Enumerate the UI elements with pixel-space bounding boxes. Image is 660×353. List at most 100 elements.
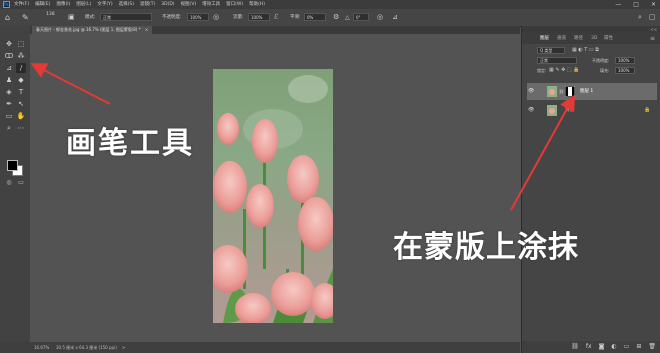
eraser-tool-icon[interactable]: ◆ <box>16 75 26 85</box>
tab-paths[interactable]: 路径 <box>574 33 583 44</box>
eyedropper-tool-icon[interactable]: ⊿ <box>4 63 14 73</box>
smooth-input[interactable]: 0% <box>304 13 326 21</box>
layer-filter-select[interactable]: Q 类型 <box>537 47 565 54</box>
window-controls: — □ ✕ <box>615 0 656 9</box>
menu-view[interactable]: 视图(V) <box>181 0 197 9</box>
menu-bar: Ps 文件(F) 编辑(E) 图像(I) 图层(L) 文字(Y) 选择(S) 滤… <box>0 0 660 9</box>
document-tab-label: 春天图片 - 郁金香花.jpg @ 16.7% (图层 1, 图层蒙版/8) * <box>36 27 141 32</box>
tab-channels[interactable]: 通道 <box>557 33 566 44</box>
menu-select[interactable]: 选择(S) <box>119 0 134 9</box>
artboard-tool-icon[interactable]: ⬚ <box>16 39 26 49</box>
flow-label: 流量: <box>233 15 244 20</box>
layer1-mask-thumbnail[interactable] <box>565 86 575 97</box>
menu-window[interactable]: 窗口(W) <box>226 0 243 9</box>
menu-type[interactable]: 文字(Y) <box>97 0 112 9</box>
symmetry-icon[interactable]: ⊿ <box>392 9 398 26</box>
panel-collapse-button[interactable]: << <box>522 26 660 33</box>
lock-icon: 🔒 <box>644 107 651 113</box>
lock-icons[interactable]: ▦ ✎ ✥ ⬚ 🔒 <box>549 67 579 73</box>
magic-wand-tool-icon[interactable]: ⁂ <box>16 51 26 61</box>
zoom-tool-icon[interactable]: ⌕ <box>4 123 14 133</box>
layer1-thumbnail <box>547 86 557 97</box>
flow-input[interactable]: 100% <box>248 13 270 21</box>
brush-preset-icon[interactable]: ✎ <box>22 9 29 26</box>
layer-opacity-input[interactable]: 100% <box>615 57 635 64</box>
maximize-button[interactable]: □ <box>633 0 639 9</box>
link-icon[interactable]: ⛓ <box>571 341 579 353</box>
move-tool-icon[interactable]: ✥ <box>4 39 14 49</box>
panel-tabs: 图层 通道 路径 3D 属性 ≡ <box>522 33 660 44</box>
fx-icon[interactable]: fx <box>586 341 592 353</box>
tab-properties[interactable]: 属性 <box>604 33 613 44</box>
workspace-icon[interactable]: ▢ <box>649 9 656 26</box>
brush-size-value[interactable]: 138 <box>46 6 55 23</box>
background-layer-name: 背景 <box>565 108 574 113</box>
group-icon[interactable]: ▭ <box>624 341 630 353</box>
screen-mode-icon[interactable]: ▭ <box>16 178 26 188</box>
quick-mask-icon[interactable]: ◎ <box>4 178 14 188</box>
layer1-name: 图层 1 <box>580 89 594 94</box>
menu-file[interactable]: 文件(F) <box>14 0 29 9</box>
mask-icon[interactable]: ◙ <box>599 341 605 353</box>
lock-row: 锁定: ▦ ✎ ✥ ⬚ 🔒 填充: 100% <box>522 67 660 75</box>
shape-tool-icon[interactable]: ▭ <box>4 111 14 121</box>
layers-panel-footer: ⛓ fx ◙ ◐ ▭ ⊞ 🗑 <box>522 341 660 353</box>
document-tab-row: 春天图片 - 郁金香花.jpg @ 16.7% (图层 1, 图层蒙版/8) *… <box>30 26 520 34</box>
options-bar: ⌂ ✎ 138 ▣ 模式: 正常 不透明度: 100% ◎ 流量: 100% ℰ… <box>0 9 660 27</box>
menu-layer[interactable]: 图层(L) <box>76 0 91 9</box>
pressure-size-icon[interactable]: ◎ <box>377 9 383 26</box>
brush-panel-icon[interactable]: ▣ <box>68 9 75 26</box>
chain-link-icon[interactable]: ⛓ <box>559 83 564 100</box>
layers-panel: << 图层 通道 路径 3D 属性 ≡ Q 类型 ▦ ◐ T ▭ ⧉ 正常 不透… <box>521 26 660 353</box>
visibility-eye-icon[interactable]: 👁 <box>528 83 534 100</box>
tab-layers[interactable]: 图层 <box>540 33 549 44</box>
hand-tool-icon[interactable]: ✋ <box>16 111 26 121</box>
document-tab[interactable]: 春天图片 - 郁金香花.jpg @ 16.7% (图层 1, 图层蒙版/8) *… <box>32 26 153 34</box>
layer-row-background[interactable]: 👁 背景 🔒 <box>527 102 657 119</box>
lasso-tool-icon[interactable]: ↀ <box>4 51 14 61</box>
filter-icons[interactable]: ▦ ◐ T ▭ ⧉ <box>572 47 599 53</box>
visibility-eye-icon[interactable]: 👁 <box>528 102 534 119</box>
new-layer-icon[interactable]: ⊞ <box>636 341 641 353</box>
status-zoom[interactable]: 16.67% <box>34 342 49 353</box>
opacity-input[interactable]: 100% <box>187 13 209 21</box>
menu-plugins[interactable]: 增效工具 <box>202 0 220 9</box>
layer-opacity-label: 不透明度: <box>592 58 610 63</box>
blend-row: 正常 不透明度: 100% <box>522 57 660 65</box>
stamp-tool-icon[interactable]: ♟ <box>4 75 14 85</box>
brush-tool-icon[interactable]: / <box>16 63 26 73</box>
menu-image[interactable]: 图像(I) <box>56 0 70 9</box>
document-image[interactable] <box>213 69 333 323</box>
text-tool-icon[interactable]: T <box>16 87 26 97</box>
adjustment-icon[interactable]: ◐ <box>611 341 616 353</box>
angle-icon: △ <box>345 14 350 21</box>
airbrush-icon[interactable]: ℰ <box>274 9 278 26</box>
foreground-color-swatch[interactable] <box>7 160 18 171</box>
more-tools-icon[interactable]: ⋯ <box>16 123 26 133</box>
bucket-tool-icon[interactable]: ◈ <box>4 87 14 97</box>
menu-filter[interactable]: 滤镜(T) <box>140 0 155 9</box>
mode-select[interactable]: 正常 <box>100 13 152 21</box>
tab-3d[interactable]: 3D <box>591 33 597 44</box>
home-icon[interactable]: ⌂ <box>5 9 10 26</box>
menu-help[interactable]: 帮助(H) <box>249 0 265 9</box>
angle-input[interactable]: 0° <box>353 13 369 21</box>
status-bar: 16.67% 30.5 厘米 x 64.3 厘米 (150 ppi) > <box>0 342 520 353</box>
document-tab-close-icon[interactable]: × <box>145 27 148 32</box>
search-icon[interactable]: ⌕ <box>638 9 642 26</box>
fill-input[interactable]: 100% <box>615 67 635 74</box>
tools-panel: ✥ ⬚ ↀ ⁂ ⊿ / ♟ ◆ ◈ T ✒ ↖ ▭ ✋ ⌕ ⋯ ◎ ▭ <box>0 26 31 342</box>
trash-icon[interactable]: 🗑 <box>648 341 656 353</box>
pressure-opacity-icon[interactable]: ◎ <box>213 9 219 26</box>
layer-filter-row: Q 类型 ▦ ◐ T ▭ ⧉ <box>522 47 660 55</box>
settings-gear-icon[interactable]: ⚙ <box>333 9 339 26</box>
path-select-tool-icon[interactable]: ↖ <box>16 99 26 109</box>
minimize-button[interactable]: — <box>615 0 621 9</box>
panel-menu-icon[interactable]: ≡ <box>650 33 655 44</box>
layer-row-layer1[interactable]: 👁 ⛓ 图层 1 <box>527 83 657 100</box>
close-window-button[interactable]: ✕ <box>651 0 656 9</box>
pen-tool-icon[interactable]: ✒ <box>4 99 14 109</box>
menu-3d[interactable]: 3D(D) <box>161 0 174 9</box>
status-menu-arrow[interactable]: > <box>122 342 125 353</box>
blend-mode-select[interactable]: 正常 <box>537 57 577 64</box>
